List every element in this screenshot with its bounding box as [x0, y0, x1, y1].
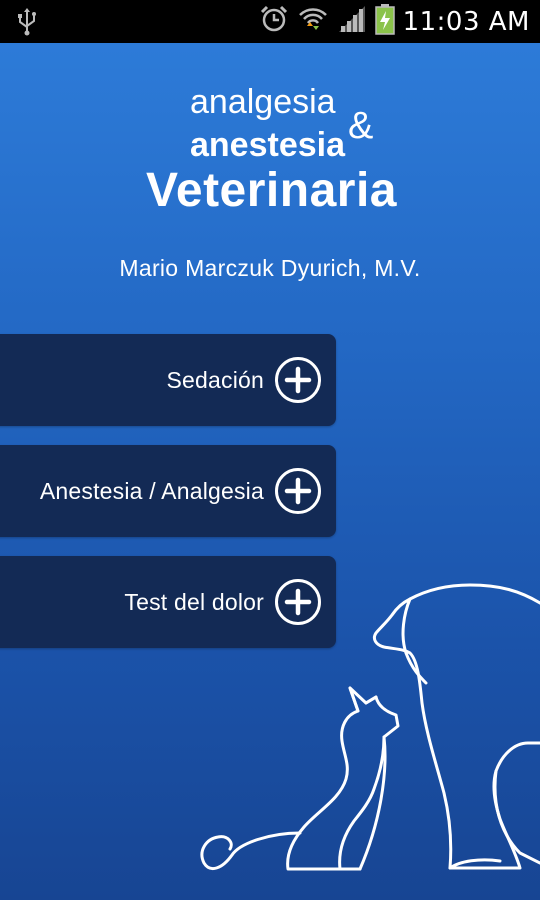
app-logo: analgesia & anestesia Veterinaria	[0, 43, 540, 243]
logo-line-analgesia: analgesia	[190, 83, 336, 121]
wifi-icon	[297, 4, 329, 39]
test-del-dolor-button[interactable]: Test del dolor	[0, 556, 336, 648]
anestesia-analgesia-button[interactable]: Anestesia / Analgesia	[0, 445, 336, 537]
sedacion-button[interactable]: Sedación	[0, 334, 336, 426]
plus-circle-icon	[275, 357, 321, 403]
status-clock: 11:03 AM	[402, 6, 530, 37]
sedacion-label: Sedación	[166, 366, 264, 393]
signal-icon	[337, 4, 367, 39]
anestesia-analgesia-label: Anestesia / Analgesia	[39, 477, 264, 504]
plus-circle-icon	[275, 468, 321, 514]
app-screen: analgesia & anestesia Veterinaria Mario …	[0, 43, 540, 900]
usb-icon	[14, 8, 40, 41]
logo-ampersand: &	[348, 105, 374, 147]
battery-charging-icon	[374, 3, 395, 40]
logo-line-veterinaria: Veterinaria	[146, 164, 397, 217]
author-name: Mario Marczuk Dyurich, M.V.	[119, 255, 421, 281]
logo-line-anestesia: anestesia	[190, 126, 345, 164]
alarm-icon	[259, 4, 289, 39]
test-del-dolor-label: Test del dolor	[124, 588, 264, 615]
status-bar: 11:03 AM	[0, 0, 540, 43]
plus-circle-icon	[275, 579, 321, 625]
